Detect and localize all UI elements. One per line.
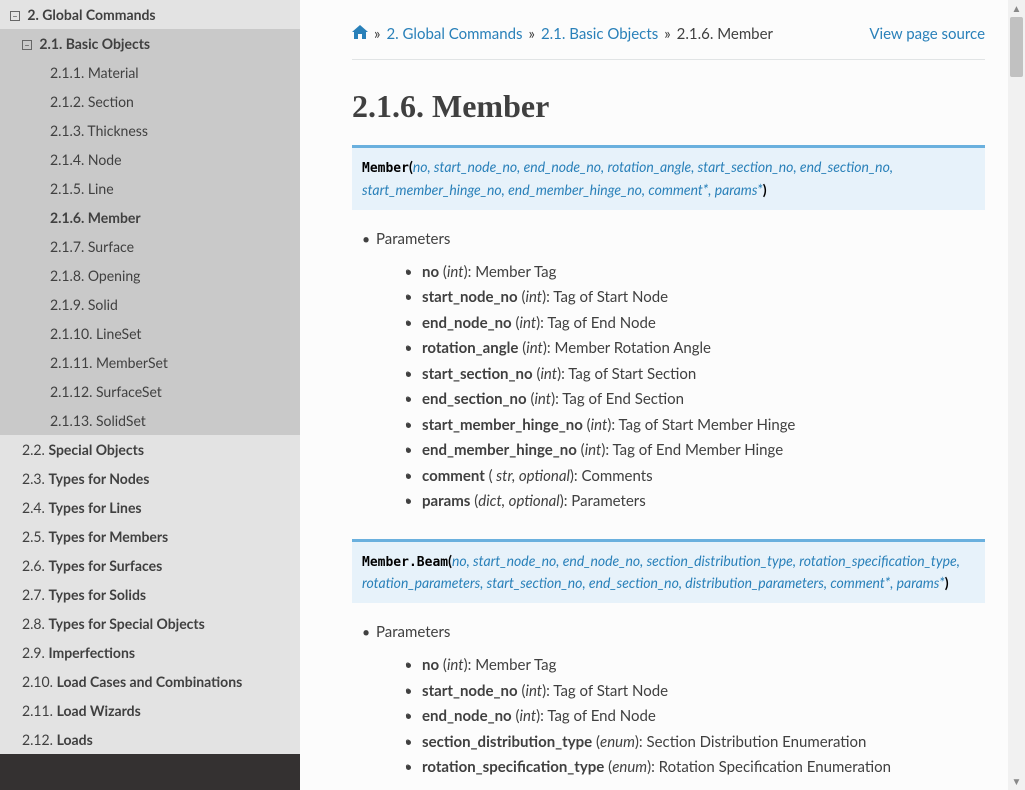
nav-l2-basic-objects[interactable]: − 2.1. Basic Objects 2.1.1. Material2.1.… — [0, 29, 300, 435]
page-title: 2.1.6. Member — [352, 88, 985, 125]
sidebar: − 2. Global Commands − 2.1. Basic Object… — [0, 0, 300, 790]
param-item: section_distribution_type (enum): Sectio… — [422, 730, 985, 756]
vertical-scrollbar[interactable]: ▲ ▼ — [1008, 0, 1025, 790]
breadcrumb-separator: » — [374, 25, 380, 43]
collapse-icon[interactable]: − — [22, 40, 32, 50]
nav-l3-item[interactable]: 2.1.9. Solid — [0, 290, 300, 319]
breadcrumb-separator: » — [664, 25, 670, 43]
param-item: end_member_hinge_no (int): Tag of End Me… — [422, 438, 985, 464]
breadcrumbs: » 2. Global Commands » 2.1. Basic Object… — [352, 24, 985, 60]
nav-l2-item[interactable]: 2.6. Types for Surfaces — [0, 551, 300, 580]
breadcrumb-link[interactable]: 2. Global Commands — [386, 25, 522, 43]
nav-l2-item[interactable]: 2.3. Types for Nodes — [0, 464, 300, 493]
nav-l3-item[interactable]: 2.1.11. MemberSet — [0, 348, 300, 377]
nav-l2-item[interactable]: 2.8. Types for Special Objects — [0, 609, 300, 638]
nav-l2-item[interactable]: 2.2. Special Objects — [0, 435, 300, 464]
signature-member-beam: Member.Beam(no, start_node_no, end_node_… — [352, 539, 985, 604]
param-item: start_node_no (int): Tag of Start Node — [422, 285, 985, 311]
nav-l2-item[interactable]: 2.5. Types for Members — [0, 522, 300, 551]
nav-l3-item[interactable]: 2.1.3. Thickness — [0, 116, 300, 145]
param-item: start_member_hinge_no (int): Tag of Star… — [422, 413, 985, 439]
param-item: start_node_no (int): Tag of Start Node — [422, 679, 985, 705]
scroll-down-icon[interactable]: ▼ — [1008, 773, 1025, 790]
nav-l3-item[interactable]: 2.1.13. SolidSet — [0, 406, 300, 435]
nav-l2-item[interactable]: 2.7. Types for Solids — [0, 580, 300, 609]
nav-l1-global-commands[interactable]: − 2. Global Commands − 2.1. Basic Object… — [0, 0, 300, 754]
nav-l2-item[interactable]: 2.10. Load Cases and Combinations — [0, 667, 300, 696]
scrollbar-thumb[interactable] — [1010, 17, 1023, 77]
breadcrumb-current: 2.1.6. Member — [677, 25, 773, 43]
breadcrumb-link[interactable]: 2.1. Basic Objects — [541, 25, 658, 43]
nav-l3-item[interactable]: 2.1.10. LineSet — [0, 319, 300, 348]
parameters-heading: Parameters — [376, 623, 985, 641]
param-item: end_node_no (int): Tag of End Node — [422, 704, 985, 730]
breadcrumb-separator: » — [528, 25, 534, 43]
nav-l3-item[interactable]: 2.1.7. Surface — [0, 232, 300, 261]
nav-l3-item[interactable]: 2.1.2. Section — [0, 87, 300, 116]
param-item: no (int): Member Tag — [422, 260, 985, 286]
nav-l3-item[interactable]: 2.1.12. SurfaceSet — [0, 377, 300, 406]
parameters-heading: Parameters — [376, 230, 985, 248]
param-item: rotation_specification_type (enum): Rota… — [422, 755, 985, 781]
signature-member: Member(no, start_node_no, end_node_no, r… — [352, 145, 985, 210]
nav-l2-item[interactable]: 2.9. Imperfections — [0, 638, 300, 667]
view-source-link[interactable]: View page source — [869, 25, 985, 43]
nav-l3-item[interactable]: 2.1.5. Line — [0, 174, 300, 203]
param-item: end_node_no (int): Tag of End Node — [422, 311, 985, 337]
nav-l3-item[interactable]: 2.1.6. Member — [0, 203, 300, 232]
param-item: rotation_angle (int): Member Rotation An… — [422, 336, 985, 362]
nav-l2-item[interactable]: 2.11. Load Wizards — [0, 696, 300, 725]
param-item: end_section_no (int): Tag of End Section — [422, 387, 985, 413]
param-item: params (dict, optional): Parameters — [422, 489, 985, 515]
home-icon[interactable] — [352, 24, 368, 43]
collapse-icon[interactable]: − — [10, 11, 20, 21]
nav-l2-item[interactable]: 2.12. Loads — [0, 725, 300, 754]
nav-l3-item[interactable]: 2.1.8. Opening — [0, 261, 300, 290]
nav-l3-item[interactable]: 2.1.4. Node — [0, 145, 300, 174]
nav-l3-item[interactable]: 2.1.1. Material — [0, 58, 300, 87]
scroll-up-icon[interactable]: ▲ — [1008, 0, 1025, 17]
param-item: no (int): Member Tag — [422, 653, 985, 679]
main-content: » 2. Global Commands » 2.1. Basic Object… — [300, 0, 1025, 790]
param-item: start_section_no (int): Tag of Start Sec… — [422, 362, 985, 388]
param-item: comment ( str, optional): Comments — [422, 464, 985, 490]
nav-l2-item[interactable]: 2.4. Types for Lines — [0, 493, 300, 522]
